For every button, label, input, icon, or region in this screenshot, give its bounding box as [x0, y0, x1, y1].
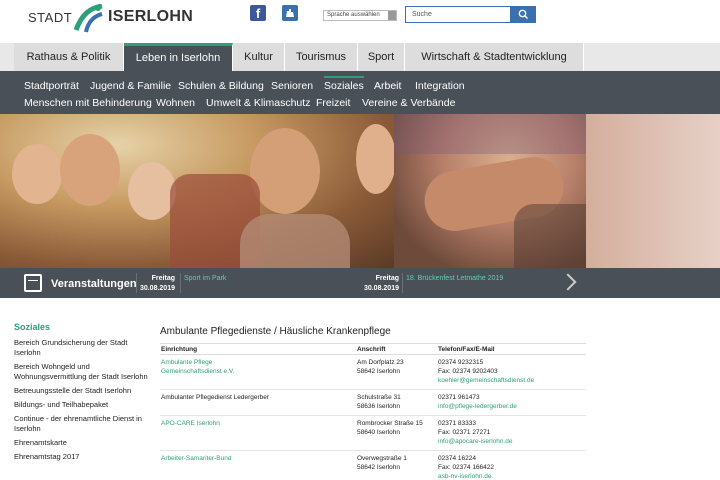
table-row: Arbeiter-Samariter-Bund Overwegstraße 1 5…	[160, 450, 586, 480]
hero-photo-family	[0, 114, 396, 268]
event-1-title[interactable]: Sport im Park	[184, 275, 226, 282]
event-1-day: Freitag	[151, 275, 175, 282]
chevron-down-icon	[388, 11, 396, 20]
provider-link[interactable]: Gemeinschaftsdienst e.V.	[161, 368, 234, 375]
sidebar-link[interactable]: Bereich Wohngeld und Wohnungsvermittlung…	[14, 362, 149, 382]
column-header: Telefon/Fax/E-Mail	[437, 343, 586, 355]
nav-tab-kultur[interactable]: Kultur	[233, 43, 285, 71]
subnav-jugend-familie[interactable]: Jugend & Familie	[90, 80, 171, 92]
sub-navigation: Stadtporträt Jugend & Familie Schulen & …	[0, 71, 720, 114]
subnav-soziales[interactable]: Soziales	[324, 76, 364, 92]
provider-name: Ambulanter Pflegedienst Ledergerber	[161, 394, 270, 401]
address-line: Am Dorfplatz 23	[357, 359, 404, 366]
care-services-table: Einrichtung Anschrift Telefon/Fax/E-Mail…	[160, 343, 586, 480]
event-2-date: 30.08.2019	[363, 285, 399, 292]
language-select[interactable]: Sprache auswählen	[323, 10, 397, 21]
sign-language-icon[interactable]	[282, 5, 298, 21]
subnav-arbeit[interactable]: Arbeit	[374, 80, 401, 92]
search-input[interactable]: Suche	[405, 6, 511, 23]
column-header: Einrichtung	[160, 343, 356, 355]
hero-photo-next	[586, 114, 720, 268]
email-link[interactable]: koehler@gemeinschaftsdienst.de	[438, 377, 534, 384]
page-title: Ambulante Pflegedienste / Häusliche Kran…	[160, 326, 391, 337]
sidebar-link[interactable]: Betreuungsstelle der Stadt Iserlohn	[14, 386, 149, 396]
event-1-date: 30.08.2019	[139, 285, 175, 292]
subnav-vereine[interactable]: Vereine & Verbände	[362, 97, 455, 109]
logo-text-stadt: STADT	[28, 10, 73, 25]
table-row: APO-CARE Iserlohn Rombrocker Straße 15 58…	[160, 415, 586, 451]
address-line: Overwegstraße 1	[357, 455, 407, 462]
address-line: 58640 Iserlohn	[357, 429, 401, 436]
sidebar-heading[interactable]: Soziales	[14, 322, 149, 332]
nav-tab-tourismus[interactable]: Tourismus	[285, 43, 358, 71]
chevron-right-icon[interactable]	[559, 273, 577, 291]
hero-photo-hands	[394, 114, 586, 268]
nav-tab-wirtschaft[interactable]: Wirtschaft & Stadtentwicklung	[405, 43, 584, 71]
table-row: Ambulanter Pflegedienst Ledergerber Schu…	[160, 389, 586, 416]
subnav-schulen-bildung[interactable]: Schulen & Bildung	[178, 80, 264, 92]
phone: 02371 961473	[438, 394, 480, 401]
address-line: Rombrocker Straße 15	[357, 420, 423, 427]
column-header: Anschrift	[356, 343, 437, 355]
facebook-icon[interactable]: f	[250, 5, 266, 21]
sidebar-link[interactable]: Ehrenamtstag 2017	[14, 452, 149, 462]
sidebar-link[interactable]: Bereich Grundsicherung der Stadt Iserloh…	[14, 338, 149, 358]
event-2-title[interactable]: 18. Brückenfest Letmathe 2019	[406, 275, 503, 282]
address-line: 58636 Iserlohn	[357, 403, 401, 410]
calendar-icon	[24, 274, 42, 292]
phone: 02374 9232315	[438, 359, 484, 366]
fax: Fax: 02374 9202403	[438, 368, 498, 375]
sidebar-link[interactable]: Bildungs- und Teilhabepaket	[14, 400, 149, 410]
phone: 02371 83333	[438, 420, 476, 427]
subnav-integration[interactable]: Integration	[415, 80, 465, 92]
provider-link[interactable]: APO-CARE Iserlohn	[161, 420, 220, 427]
sidebar: Soziales Bereich Grundsicherung der Stad…	[14, 322, 149, 466]
logo-text-iserlohn: ISERLOHN	[108, 8, 194, 25]
subnav-behinderung[interactable]: Menschen mit Behinderung	[24, 97, 152, 109]
language-select-label: Sprache auswählen	[327, 12, 380, 18]
email-link[interactable]: info@pflege-ledergerber.de	[438, 403, 517, 410]
address-line: 58642 Iserlohn	[357, 464, 401, 471]
email-link[interactable]: asb-nv-iserlohn.de	[438, 473, 491, 480]
hero-image	[0, 114, 720, 268]
fax: Fax: 02371 27271	[438, 429, 491, 436]
address-line: 58642 Iserlohn	[357, 368, 401, 375]
subnav-wohnen[interactable]: Wohnen	[156, 97, 195, 109]
address-line: Schulstraße 31	[357, 394, 401, 401]
nav-tab-sport[interactable]: Sport	[358, 43, 405, 71]
subnav-senioren[interactable]: Senioren	[271, 80, 313, 92]
subnav-stadtportraet[interactable]: Stadtporträt	[24, 80, 79, 92]
events-divider	[180, 273, 181, 293]
subnav-umwelt[interactable]: Umwelt & Klimaschutz	[206, 97, 310, 109]
phone: 02374 16224	[438, 455, 476, 462]
event-2-day: Freitag	[375, 275, 399, 282]
nav-tab-leben[interactable]: Leben in Iserlohn	[124, 43, 233, 71]
header: STADT ISERLOHN f Sprache auswählen Suche	[0, 0, 720, 43]
table-row: Ambulante Pflege Gemeinschaftsdienst e.V.…	[160, 354, 586, 390]
events-label: Veranstaltungen	[51, 278, 137, 290]
nav-tab-rathaus[interactable]: Rathaus & Politik	[14, 43, 124, 71]
sidebar-link[interactable]: Ehrenamtskarte	[14, 438, 149, 448]
search-button[interactable]	[511, 6, 536, 23]
sidebar-link[interactable]: Continue - der ehrenamtliche Dienst in I…	[14, 414, 149, 434]
search-icon	[518, 9, 529, 20]
events-divider	[402, 273, 403, 293]
fax: Fax: 02374 166422	[438, 464, 495, 471]
events-bar: Veranstaltungen Freitag 30.08.2019 Sport…	[0, 268, 720, 298]
provider-link[interactable]: Arbeiter-Samariter-Bund	[161, 455, 231, 462]
main-navigation: Rathaus & Politik Leben in Iserlohn Kult…	[0, 43, 720, 71]
subnav-freizeit[interactable]: Freizeit	[316, 97, 350, 109]
logo-mark-icon	[73, 4, 103, 33]
provider-link[interactable]: Ambulante Pflege	[161, 359, 212, 366]
main-content: Ambulante Pflegedienste / Häusliche Kran…	[160, 326, 586, 480]
email-link[interactable]: info@apocare-iserlohn.de	[438, 438, 513, 445]
